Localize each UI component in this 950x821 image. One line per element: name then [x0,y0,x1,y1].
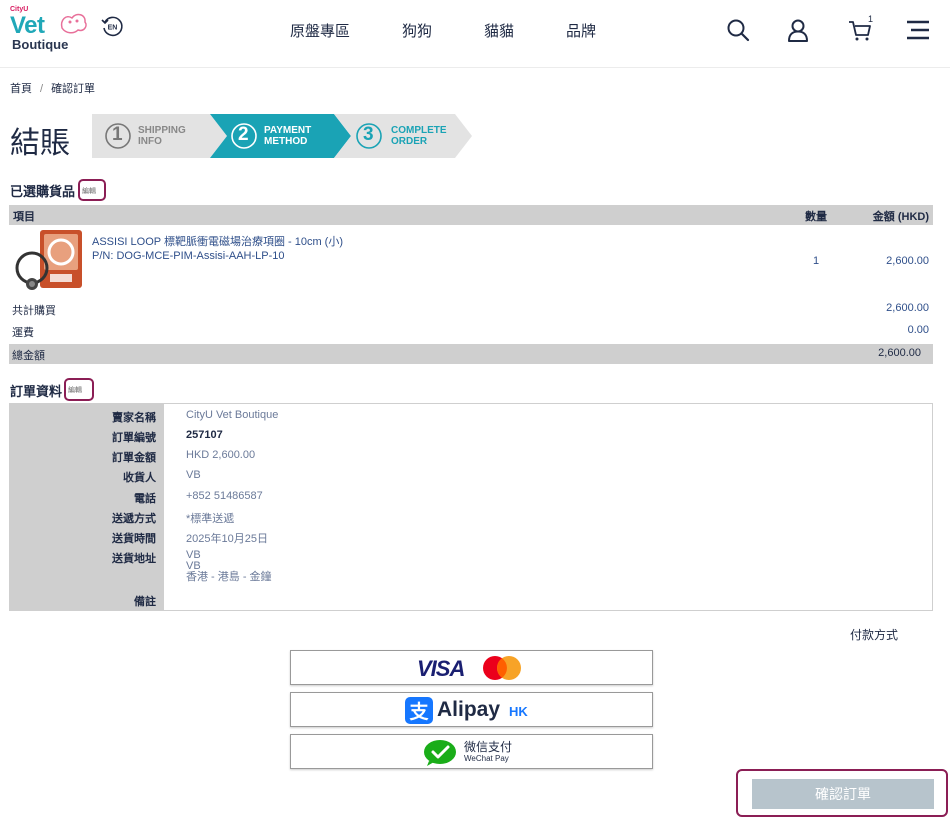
shipping-fee-value: 0.00 [907,324,929,336]
shipping-fee-label: 運費 [12,327,34,339]
breadcrumb-separator: / [40,83,44,95]
step-3-label-line1: COMPLETE [391,125,447,136]
delivery-date-value: 2025年10月25日 [186,533,268,545]
step-2-number: 2 [238,124,249,145]
site-header: CityU Vet Boutique EN 原盤專區 狗狗 貓貓 品牌 1 [0,0,950,68]
recipient-value: VB [186,469,201,481]
delivery-address-line3: 香港 - 港島 - 金鐘 [186,571,272,583]
product-amount: 2,600.00 [886,255,929,267]
wechat-pay-icon [424,740,456,766]
col-amount-header: 金額 (HKD) [872,211,929,223]
product-quantity: 1 [813,255,820,267]
confirm-order-highlight: 確認訂單 [736,769,948,817]
step-1-label-line2: INFO [138,136,162,147]
col-item-header: 項目 [13,211,35,223]
phone-label: 電話 [134,493,156,505]
product-name-link[interactable]: ASSISI LOOP 標靶脈衝電磁場治療項圈 - 10cm (小) [92,233,343,249]
items-section-heading: 已選購貨品 [10,184,76,199]
site-logo[interactable]: CityU Vet Boutique [10,6,90,54]
product-thumbnail[interactable] [12,228,88,298]
main-nav: 原盤專區 狗狗 貓貓 品牌 [290,20,648,41]
nav-item-brands[interactable]: 品牌 [566,20,596,41]
total-value: 2,600.00 [878,347,921,359]
seller-name-value: CityU Vet Boutique [186,409,279,421]
items-edit-link[interactable]: 編輯 [82,186,96,196]
visa-logo-text: VISA [417,656,465,681]
user-icon [788,19,808,42]
cart-count-badge: 1 [868,14,874,24]
delivery-method-value: *標準送遞 [186,513,235,525]
hamburger-menu-icon [907,20,929,40]
language-switch-icon: EN [101,16,123,37]
order-number-label: 訂單編號 [112,432,156,444]
product-part-number: P/N: DOG-MCE-PIM-Assisi-AAH-LP-10 [92,250,285,262]
step-2-label-line1: PAYMENT [264,125,312,136]
pet-logo-icon [60,13,87,34]
step-2-label-line2: METHOD [264,136,308,147]
payment-method-label: 付款方式 [850,628,899,642]
step-3-label-line2: ORDER [391,136,428,147]
total-row: 總金額 2,600.00 [9,344,933,364]
order-info-heading: 訂單資料 [10,384,63,399]
language-toggle-button[interactable]: EN [100,14,124,38]
nav-item-cats[interactable]: 貓貓 [484,20,514,41]
subtotal-value: 2,600.00 [886,302,929,314]
breadcrumb-home-link[interactable]: 首頁 [10,83,32,95]
breadcrumb: 首頁 / 確認訂單 [10,80,101,96]
wechat-pay-english-text: WeChat Pay [464,754,509,763]
phone-value: +852 51486587 [186,490,263,502]
order-amount-value: HKD 2,600.00 [186,449,256,461]
seller-name-label: 賣家名稱 [112,412,156,424]
logo-boutique-text: Boutique [12,37,69,52]
order-info-table: 賣家名稱 CityU Vet Boutique 訂單編號 257107 訂單金額… [9,403,933,611]
alipay-hk-suffix: HK [509,704,528,719]
confirm-order-button[interactable]: 確認訂單 [752,779,934,809]
step-1-label-line1: SHIPPING [138,125,186,136]
menu-button[interactable] [904,16,932,44]
step-1-number: 1 [112,124,123,145]
mastercard-icon [483,656,521,680]
nav-item-dogs[interactable]: 狗狗 [402,20,432,41]
nav-item-original[interactable]: 原盤專區 [290,20,350,41]
order-amount-label: 訂單金額 [112,452,156,464]
subtotal-label: 共計購買 [12,305,56,317]
alipay-logo-text: Alipay [437,698,501,721]
order-edit-link[interactable]: 編輯 [68,385,82,395]
order-number-value: 257107 [186,429,223,441]
col-qty-header: 數量 [805,211,827,223]
account-button[interactable] [784,16,812,44]
delivery-address-label: 送貨地址 [112,553,156,565]
alipay-icon: 支 [405,697,433,724]
visa-mastercard-pay-button[interactable]: VISA [290,650,653,685]
delivery-method-label: 送遞方式 [112,513,156,525]
logo-vet-text: Vet [10,12,45,39]
search-icon [727,19,750,42]
wechat-pay-chinese-text: 微信支付 [464,740,513,754]
checkout-steps: 1 SHIPPING INFO 2 PAYMENT METHOD 3 COMPL… [92,114,472,158]
language-label: EN [108,25,118,32]
delivery-date-label: 送貨時間 [112,533,156,545]
search-button[interactable] [724,16,752,44]
total-label: 總金額 [12,350,45,362]
breadcrumb-current: 確認訂單 [51,83,96,95]
remarks-label: 備註 [134,596,156,608]
items-table-header: 項目 數量 金額 (HKD) [9,205,933,225]
page-title: 結賬 [10,126,70,161]
wechat-pay-button[interactable]: 微信支付 WeChat Pay [290,734,653,769]
step-3-number: 3 [363,124,374,145]
alipay-hk-pay-button[interactable]: 支 Alipay HK [290,692,653,727]
svg-text:支: 支 [408,701,429,723]
recipient-label: 收貨人 [123,472,156,484]
